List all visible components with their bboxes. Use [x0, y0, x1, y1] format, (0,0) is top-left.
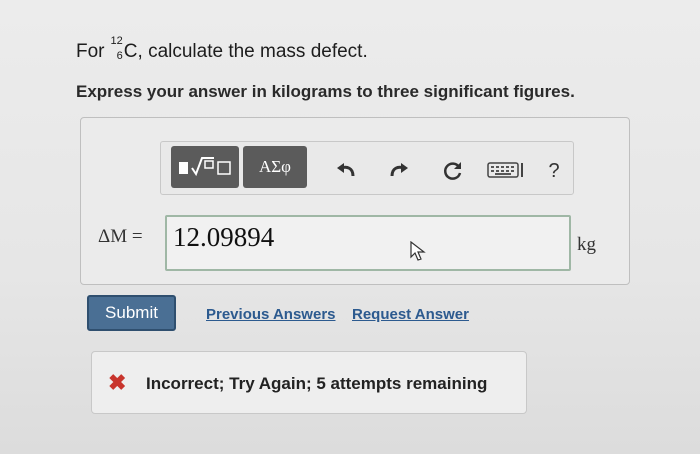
help-button[interactable]: ?	[541, 160, 567, 183]
redo-icon[interactable]	[386, 160, 412, 186]
submit-button[interactable]: Submit	[87, 295, 176, 331]
symbols-button[interactable]: ΑΣφ	[243, 146, 307, 188]
previous-answers-link[interactable]: Previous Answers	[206, 306, 336, 323]
mass-number: 12	[110, 35, 123, 47]
request-answer-link[interactable]: Request Answer	[352, 306, 469, 323]
instruction-text: Express your answer in kilograms to thre…	[76, 82, 575, 101]
nuclide-notation: 12 6	[110, 35, 124, 62]
answer-value: 12.09894	[173, 222, 275, 252]
unit-label: kg	[577, 234, 596, 255]
feedback-message: Incorrect; Try Again; 5 attempts remaini…	[146, 374, 488, 393]
mouse-pointer-icon	[410, 240, 426, 266]
keyboard-icon[interactable]	[487, 160, 529, 186]
atomic-number: 6	[116, 50, 123, 62]
templates-button[interactable]	[171, 146, 239, 188]
delta-m-label: ΔM =	[98, 226, 143, 247]
element-symbol: C	[123, 41, 138, 62]
incorrect-icon: ✖	[108, 370, 127, 395]
question-text: For 12 6 C, calculate the mass defect.	[76, 35, 368, 63]
question-prefix: For	[76, 41, 110, 62]
templates-icon	[179, 157, 231, 177]
reset-icon[interactable]	[440, 160, 466, 188]
undo-icon[interactable]	[333, 160, 359, 186]
question-suffix: , calculate the mass defect.	[137, 41, 368, 62]
